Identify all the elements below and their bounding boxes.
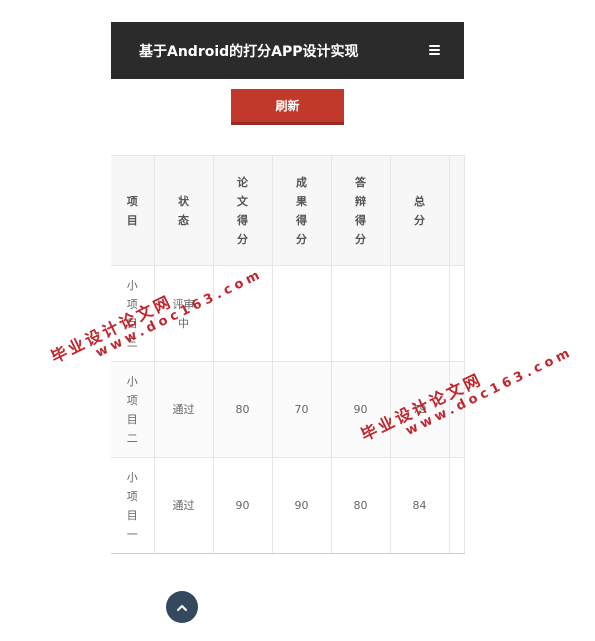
cell-result-score [271, 265, 332, 362]
cell-project: 小项目一 [111, 457, 155, 554]
table-row: 小项目二 通过 80 70 90 79 [111, 361, 465, 458]
column-header-status: 状态 [153, 155, 214, 266]
page-title: 基于Android的打分APP设计实现 [139, 44, 359, 60]
table-row: 小项目三 评审中 [111, 265, 465, 362]
cell-total-score: 84 [389, 457, 450, 554]
refresh-button[interactable]: 刷新 [231, 89, 344, 125]
cell-extra [448, 361, 465, 458]
cell-result-score: 90 [271, 457, 332, 554]
cell-total-score [389, 265, 450, 362]
cell-defense-score: 80 [330, 457, 391, 554]
back-to-top-button[interactable] [166, 591, 198, 623]
cell-status: 评审中 [153, 265, 214, 362]
column-header-paper-score: 论文得分 [212, 155, 273, 266]
cell-status: 通过 [153, 361, 214, 458]
cell-paper-score: 90 [212, 457, 273, 554]
table-row: 小项目一 通过 90 90 80 84 [111, 457, 465, 554]
column-header-total-score: 总分 [389, 155, 450, 266]
cell-project: 小项目三 [111, 265, 155, 362]
hamburger-menu-icon[interactable] [429, 45, 440, 55]
cell-result-score: 70 [271, 361, 332, 458]
column-header-defense-score: 答辩得分 [330, 155, 391, 266]
cell-total-score: 79 [389, 361, 450, 458]
chevron-up-icon [177, 604, 187, 611]
cell-paper-score [212, 265, 273, 362]
cell-extra [448, 265, 465, 362]
cell-extra [448, 457, 465, 554]
column-header-result-score: 成果得分 [271, 155, 332, 266]
app-header: 基于Android的打分APP设计实现 [111, 22, 464, 79]
column-header-project: 项目 [111, 155, 155, 266]
score-table: 项目 状态 论文得分 成果得分 答辩得分 总分 小项目三 评审中 小项目二 通过… [111, 155, 465, 554]
cell-paper-score: 80 [212, 361, 273, 458]
cell-project: 小项目二 [111, 361, 155, 458]
cell-status: 通过 [153, 457, 214, 554]
table-header-row: 项目 状态 论文得分 成果得分 答辩得分 总分 [111, 155, 465, 266]
cell-defense-score [330, 265, 391, 362]
cell-defense-score: 90 [330, 361, 391, 458]
column-header-extra [448, 155, 465, 266]
